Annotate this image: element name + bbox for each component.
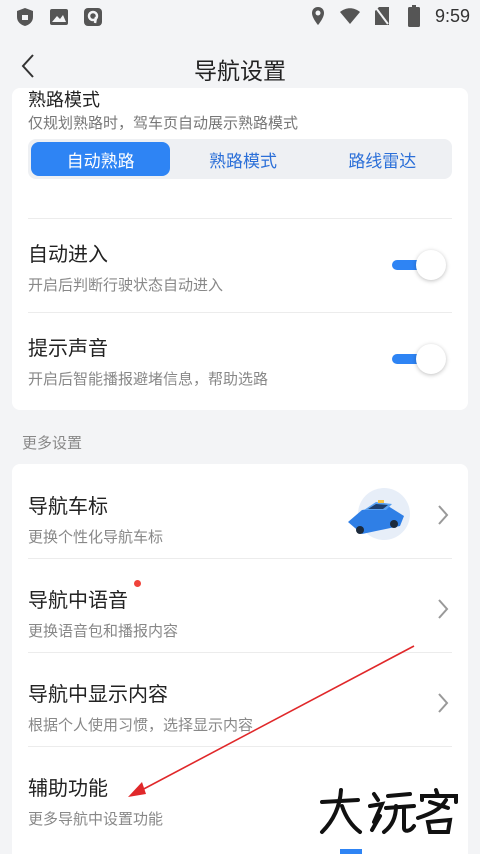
nav-car-icon-title: 导航车标 xyxy=(28,494,108,518)
nav-display-content-desc: 根据个人使用习惯，选择显示内容 xyxy=(28,716,254,734)
nav-car-icon-row[interactable]: 导航车标 更换个性化导航车标 xyxy=(12,464,468,558)
accessibility-desc: 更多导航中设置功能 xyxy=(28,810,164,828)
page-title: 导航设置 xyxy=(194,59,286,85)
more-settings-label: 更多设置 xyxy=(22,434,83,452)
prompt-sound-toggle[interactable] xyxy=(390,344,446,374)
toggle-knob xyxy=(416,250,446,280)
toggle-knob xyxy=(416,344,446,374)
familiar-route-settings-card: 熟路模式 仅规划熟路时，驾车页自动展示熟路模式 自动熟路 熟路模式 路线雷达 自… xyxy=(12,88,468,410)
watermark-logo xyxy=(318,786,468,836)
auto-enter-desc: 开启后判断行驶状态自动进入 xyxy=(28,276,224,294)
chevron-right-icon xyxy=(438,693,449,713)
nav-display-content-row[interactable]: 导航中显示内容 根据个人使用习惯，选择显示内容 xyxy=(12,652,468,746)
prompt-sound-row[interactable]: 提示声音 开启后智能播报避堵信息，帮助选路 xyxy=(12,312,468,406)
familiar-route-desc: 仅规划熟路时，驾车页自动展示熟路模式 xyxy=(28,114,299,132)
car-icon xyxy=(342,486,412,544)
segment-familiar-mode[interactable]: 熟路模式 xyxy=(173,139,312,179)
segment-route-radar[interactable]: 路线雷达 xyxy=(313,139,452,179)
nav-voice-row[interactable]: 导航中语音 更换语音包和播报内容 xyxy=(12,558,468,652)
app-badge-icon xyxy=(82,6,104,28)
wifi-icon xyxy=(339,5,361,27)
chevron-right-icon xyxy=(438,599,449,619)
prompt-sound-title: 提示声音 xyxy=(28,336,108,360)
prompt-sound-desc: 开启后智能播报避堵信息，帮助选路 xyxy=(28,370,269,388)
shield-icon xyxy=(14,6,36,28)
route-mode-segmented-control: 自动熟路 熟路模式 路线雷达 xyxy=(28,139,452,179)
auto-enter-row[interactable]: 自动进入 开启后判断行驶状态自动进入 xyxy=(12,218,468,312)
familiar-route-title: 熟路模式 xyxy=(28,90,100,111)
chevron-right-icon xyxy=(438,505,449,525)
no-sim-icon xyxy=(371,5,393,27)
segment-auto-familiar[interactable]: 自动熟路 xyxy=(31,142,171,176)
nav-car-icon-desc: 更换个性化导航车标 xyxy=(28,528,164,546)
image-icon xyxy=(48,6,70,28)
location-icon xyxy=(307,5,329,27)
accessibility-title: 辅助功能 xyxy=(28,776,108,800)
nav-voice-title: 导航中语音 xyxy=(28,588,128,612)
nav-voice-desc: 更换语音包和播报内容 xyxy=(28,622,179,640)
scroll-indicator xyxy=(340,849,362,854)
new-badge-dot xyxy=(134,580,141,587)
clock: 9:59 xyxy=(434,5,470,26)
battery-icon xyxy=(403,5,425,27)
status-bar: 9:59 xyxy=(0,0,480,34)
auto-enter-toggle[interactable] xyxy=(390,250,446,280)
nav-display-content-title: 导航中显示内容 xyxy=(28,682,168,706)
auto-enter-title: 自动进入 xyxy=(28,242,108,266)
